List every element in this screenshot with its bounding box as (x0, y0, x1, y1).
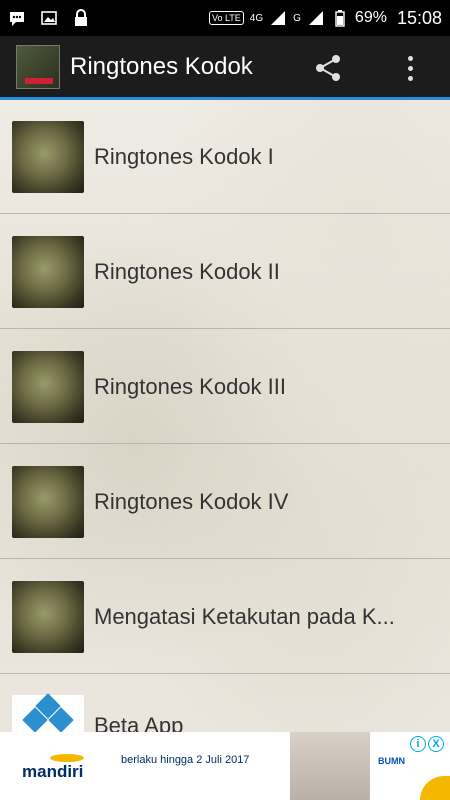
battery-icon (335, 10, 345, 27)
ad-info-icon[interactable]: i (410, 736, 426, 752)
network-type-4g: 4G (249, 12, 264, 24)
list-item[interactable]: Ringtones Kodok III (0, 330, 450, 444)
beta-app-icon (12, 693, 84, 732)
frog-thumbnail (12, 465, 84, 538)
ad-decoration (420, 776, 450, 800)
list-item[interactable]: Ringtones Kodok IV (0, 445, 450, 559)
app-logo (16, 44, 60, 89)
mandiri-logo: mandiri (22, 752, 102, 782)
image-icon (41, 11, 57, 25)
battery-percent: 69% (354, 9, 387, 26)
frog-thumbnail (12, 350, 84, 423)
list-item-label: Mengatasi Ketakutan pada K... (94, 603, 395, 629)
list-item[interactable]: Mengatasi Ketakutan pada K... (0, 560, 450, 674)
clock: 15:08 (396, 7, 442, 28)
bumn-logo: BUMN (378, 756, 405, 766)
ringtone-list: Ringtones Kodok I Ringtones Kodok II Rin… (0, 100, 450, 732)
frog-thumbnail (12, 120, 84, 193)
list-item[interactable]: Ringtones Kodok I (0, 100, 450, 214)
ad-close-icon[interactable]: X (428, 736, 444, 752)
list-item[interactable]: Ringtones Kodok II (0, 215, 450, 329)
volte-indicator: Vo LTE (208, 11, 244, 25)
list-item[interactable]: Beta App (0, 675, 450, 732)
frog-thumbnail (12, 235, 84, 308)
messages-icon (10, 12, 24, 26)
ad-text: berlaku hingga 2 Juli 2017 (121, 754, 250, 766)
overflow-menu-button[interactable] (398, 50, 422, 86)
list-item-label: Ringtones Kodok II (94, 258, 280, 284)
ad-banner[interactable]: mandiri berlaku hingga 2 Juli 2017 BUMN … (0, 732, 450, 800)
ad-family-photo (290, 732, 370, 800)
frog-thumbnail (12, 580, 84, 653)
network-type-g: G (293, 12, 301, 24)
list-item-label: Ringtones Kodok IV (94, 488, 289, 514)
overflow-menu-icon (407, 55, 413, 61)
lock-icon (75, 9, 87, 26)
status-bar: Vo LTE 4G G 69% 15:08 (0, 0, 450, 36)
share-icon (316, 55, 340, 81)
list-item-label: Beta App (94, 713, 184, 732)
share-button[interactable] (310, 50, 346, 86)
list-item-label: Ringtones Kodok I (94, 143, 274, 169)
signal-icon-2 (308, 11, 323, 25)
app-title: Ringtones Kodok (70, 52, 253, 80)
signal-icon (271, 11, 286, 25)
app-bar: Ringtones Kodok (0, 36, 450, 100)
ad-choices[interactable]: i X (410, 736, 446, 754)
list-item-label: Ringtones Kodok III (94, 373, 287, 399)
